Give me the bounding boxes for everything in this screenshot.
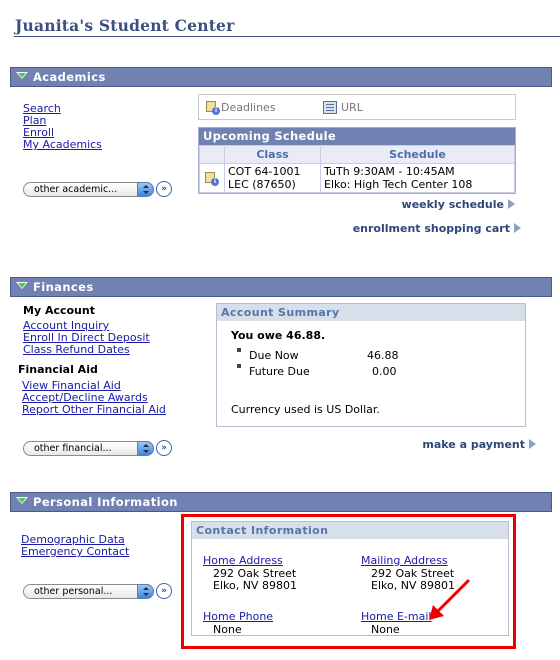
- deadlines-calendar-icon: i: [206, 100, 220, 115]
- emergency-contact-link[interactable]: Emergency Contact: [21, 545, 129, 558]
- select-stepper-icon: [137, 584, 154, 599]
- column-header-schedule: Schedule: [320, 145, 515, 164]
- deadlines-link[interactable]: Deadlines: [221, 101, 276, 114]
- my-account-links: Account Inquiry Enroll In Direct Deposit…: [23, 320, 150, 356]
- amount-owed: You owe 46.88.: [231, 329, 326, 342]
- shopping-cart-label: enrollment shopping cart: [352, 222, 510, 235]
- schedule-title: Upcoming Schedule: [199, 128, 515, 145]
- financial-aid-links: View Financial Aid Accept/Decline Awards…: [22, 380, 166, 416]
- collapse-triangle-icon[interactable]: [16, 72, 28, 79]
- select-value: other academic...: [34, 184, 118, 195]
- class-details-icon[interactable]: i: [205, 171, 219, 186]
- bullet-icon: [237, 348, 241, 352]
- weekly-schedule-link[interactable]: weekly schedule: [402, 198, 515, 211]
- weekly-schedule-label: weekly schedule: [401, 198, 504, 211]
- finances-section-header[interactable]: Finances: [10, 277, 552, 297]
- class-code: COT 64-1001: [228, 165, 301, 178]
- upcoming-schedule-table: Upcoming Schedule Class Schedule i COT 6…: [198, 127, 516, 194]
- class-section: LEC (87650): [228, 178, 296, 191]
- due-now-amount: 46.88: [367, 349, 399, 362]
- select-value: other financial...: [34, 443, 112, 454]
- account-summary-title: Account Summary: [217, 304, 525, 321]
- shopping-cart-link[interactable]: enrollment shopping cart: [353, 222, 521, 235]
- report-other-aid-link[interactable]: Report Other Financial Aid: [22, 403, 166, 416]
- personal-info-section-header[interactable]: Personal Information: [10, 492, 552, 512]
- class-location: Elko: High Tech Center 108: [324, 178, 473, 191]
- make-payment-label: make a payment: [422, 438, 525, 451]
- select-value: other personal...: [34, 586, 113, 597]
- title-divider: [14, 36, 560, 37]
- table-row: i COT 64-1001 LEC (87650) TuTh 9:30AM - 1…: [199, 163, 515, 193]
- make-payment-link[interactable]: make a payment: [422, 438, 536, 451]
- url-link[interactable]: URL: [341, 101, 363, 114]
- section-title: Personal Information: [33, 495, 178, 509]
- personal-go-button[interactable]: »: [156, 583, 172, 599]
- future-due-label: Future Due: [249, 365, 310, 378]
- academics-section-header[interactable]: Academics: [10, 67, 552, 87]
- personal-links: Demographic Data Emergency Contact: [21, 534, 129, 558]
- financial-go-button[interactable]: »: [156, 440, 172, 456]
- due-now-label: Due Now: [249, 349, 299, 362]
- select-stepper-icon: [137, 182, 154, 197]
- financial-aid-heading: Financial Aid: [18, 363, 98, 376]
- refund-dates-link[interactable]: Class Refund Dates: [23, 343, 130, 356]
- column-header-class: Class: [224, 145, 321, 164]
- arrow-right-icon: [514, 223, 521, 233]
- select-stepper-icon: [137, 441, 154, 456]
- collapse-triangle-icon[interactable]: [16, 497, 28, 504]
- class-time: TuTh 9:30AM - 10:45AM: [324, 165, 455, 178]
- academic-go-button[interactable]: »: [156, 181, 172, 197]
- bullet-icon: [237, 364, 241, 368]
- arrow-right-icon: [508, 199, 515, 209]
- account-summary-box: Account Summary You owe 46.88. Due Now 4…: [216, 303, 526, 427]
- url-icon: [323, 101, 337, 114]
- page-title: Juanita's Student Center: [15, 16, 235, 35]
- other-personal-select[interactable]: other personal...: [23, 584, 154, 599]
- academics-links: Search Plan Enroll My Academics: [23, 103, 102, 151]
- currency-note: Currency used is US Dollar.: [231, 403, 380, 416]
- section-title: Finances: [33, 280, 94, 294]
- other-financial-select[interactable]: other financial...: [23, 441, 154, 456]
- section-title: Academics: [33, 70, 106, 84]
- future-due-amount: 0.00: [372, 365, 397, 378]
- my-academics-link[interactable]: My Academics: [23, 138, 102, 151]
- my-account-heading: My Account: [23, 304, 95, 317]
- academic-quick-links: i Deadlines URL: [198, 94, 516, 120]
- annotation-arrow-icon: [429, 578, 471, 620]
- arrow-right-icon: [529, 439, 536, 449]
- collapse-triangle-icon[interactable]: [16, 282, 28, 289]
- other-academic-select[interactable]: other academic...: [23, 182, 154, 197]
